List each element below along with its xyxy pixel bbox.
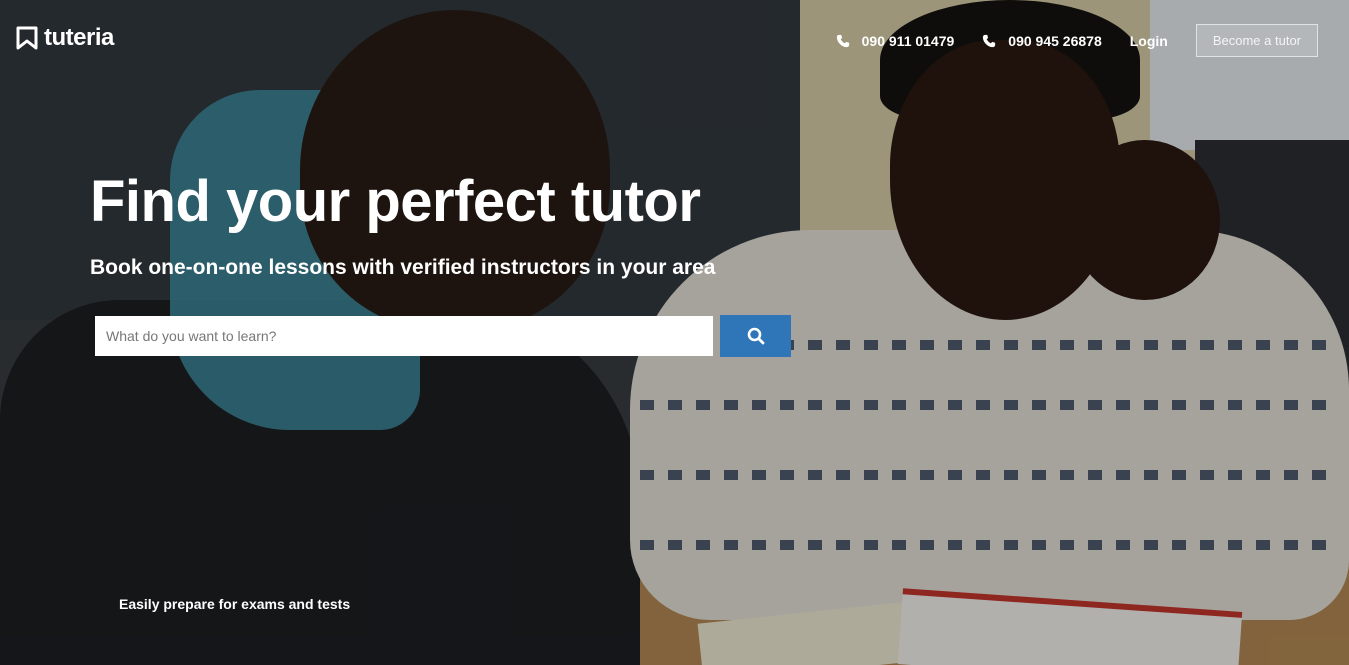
bookmark-logo-icon [16, 26, 38, 50]
hero-tagline: Easily prepare for exams and tests [119, 596, 351, 612]
logo-text: tuteria [44, 24, 114, 51]
phone-number-2[interactable]: 090 945 26878 [982, 32, 1102, 49]
search-input[interactable] [95, 316, 713, 356]
hero-title: Find your perfect tutor [90, 169, 701, 234]
phone-number-text: 090 911 01479 [861, 32, 955, 49]
phone-number-text: 090 945 26878 [1008, 32, 1102, 49]
top-nav: 090 911 01479 090 945 26878 Login Become… [836, 24, 1318, 57]
phone-icon [836, 34, 849, 47]
phone-icon [983, 34, 996, 47]
logo-link[interactable]: tuteria [16, 24, 114, 52]
hero-subtitle: Book one-on-one lessons with verified in… [90, 256, 716, 279]
search-icon [747, 327, 764, 345]
search-button[interactable] [720, 315, 791, 357]
phone-number-1[interactable]: 090 911 01479 [836, 32, 955, 49]
search-form [95, 315, 791, 357]
become-tutor-button[interactable]: Become a tutor [1195, 24, 1318, 57]
login-link[interactable]: Login [1130, 33, 1168, 49]
